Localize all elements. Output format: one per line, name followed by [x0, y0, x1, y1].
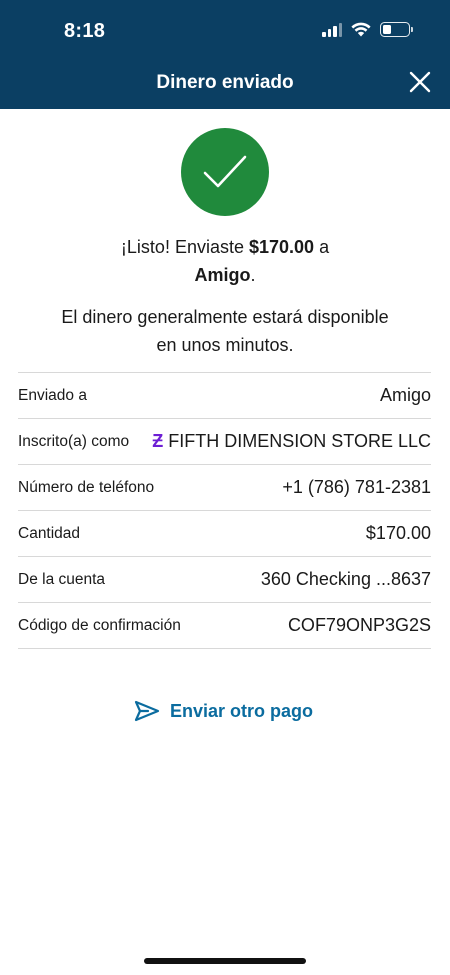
- zelle-icon: Ƶ: [152, 431, 164, 451]
- app-header: 8:18 Dinero enviado: [0, 0, 450, 109]
- send-another-payment-button[interactable]: Enviar otro pago: [134, 700, 313, 722]
- detail-label: Cantidad: [18, 524, 81, 542]
- detail-row-recipient: Enviado a Amigo: [18, 373, 431, 419]
- detail-value: Amigo: [379, 385, 431, 405]
- detail-row-account: De la cuenta 360 Checking ...8637: [18, 557, 431, 603]
- detail-label: Código de confirmación: [18, 616, 181, 634]
- send-icon: [134, 700, 160, 722]
- detail-row-enrolled-as: Inscrito(a) como Ƶ FIFTH DIMENSION STORE…: [18, 419, 431, 465]
- recipient-name: Amigo: [194, 265, 251, 285]
- signal-icon: [322, 22, 342, 37]
- detail-label: De la cuenta: [18, 570, 106, 588]
- sent-amount: $170.00: [248, 237, 315, 257]
- success-check-icon: [181, 128, 269, 216]
- detail-value: 360 Checking ...8637: [260, 569, 431, 589]
- detail-value: $170.00: [365, 523, 431, 543]
- transfer-details: Enviado a Amigo Inscrito(a) como Ƶ FIFTH…: [18, 372, 431, 649]
- detail-label: Número de teléfono: [18, 478, 155, 496]
- detail-row-confirmation: Código de confirmación COF79ONP3G2S: [18, 603, 431, 649]
- status-icons: [322, 22, 413, 37]
- detail-label: Inscrito(a) como: [18, 432, 130, 450]
- success-message: ¡Listo! Enviaste $170.00 a Amigo.: [120, 237, 330, 285]
- status-time: 8:18: [64, 20, 106, 42]
- battery-icon: [380, 22, 413, 37]
- send-another-payment-label: Enviar otro pago: [170, 700, 314, 721]
- close-icon[interactable]: [408, 70, 432, 94]
- detail-value: COF79ONP3G2S: [287, 615, 431, 635]
- detail-label: Enviado a: [18, 386, 87, 404]
- page-title: Dinero enviado: [156, 72, 294, 93]
- home-indicator[interactable]: [144, 958, 306, 964]
- detail-row-phone: Número de teléfono +1 (786) 781-2381: [18, 465, 431, 511]
- detail-value: +1 (786) 781-2381: [282, 477, 431, 497]
- detail-row-amount: Cantidad $170.00: [18, 511, 431, 557]
- wifi-icon: [351, 22, 371, 37]
- availability-message: El dinero generalmente estará disponible…: [61, 307, 389, 355]
- detail-value: FIFTH DIMENSION STORE LLC: [168, 431, 431, 451]
